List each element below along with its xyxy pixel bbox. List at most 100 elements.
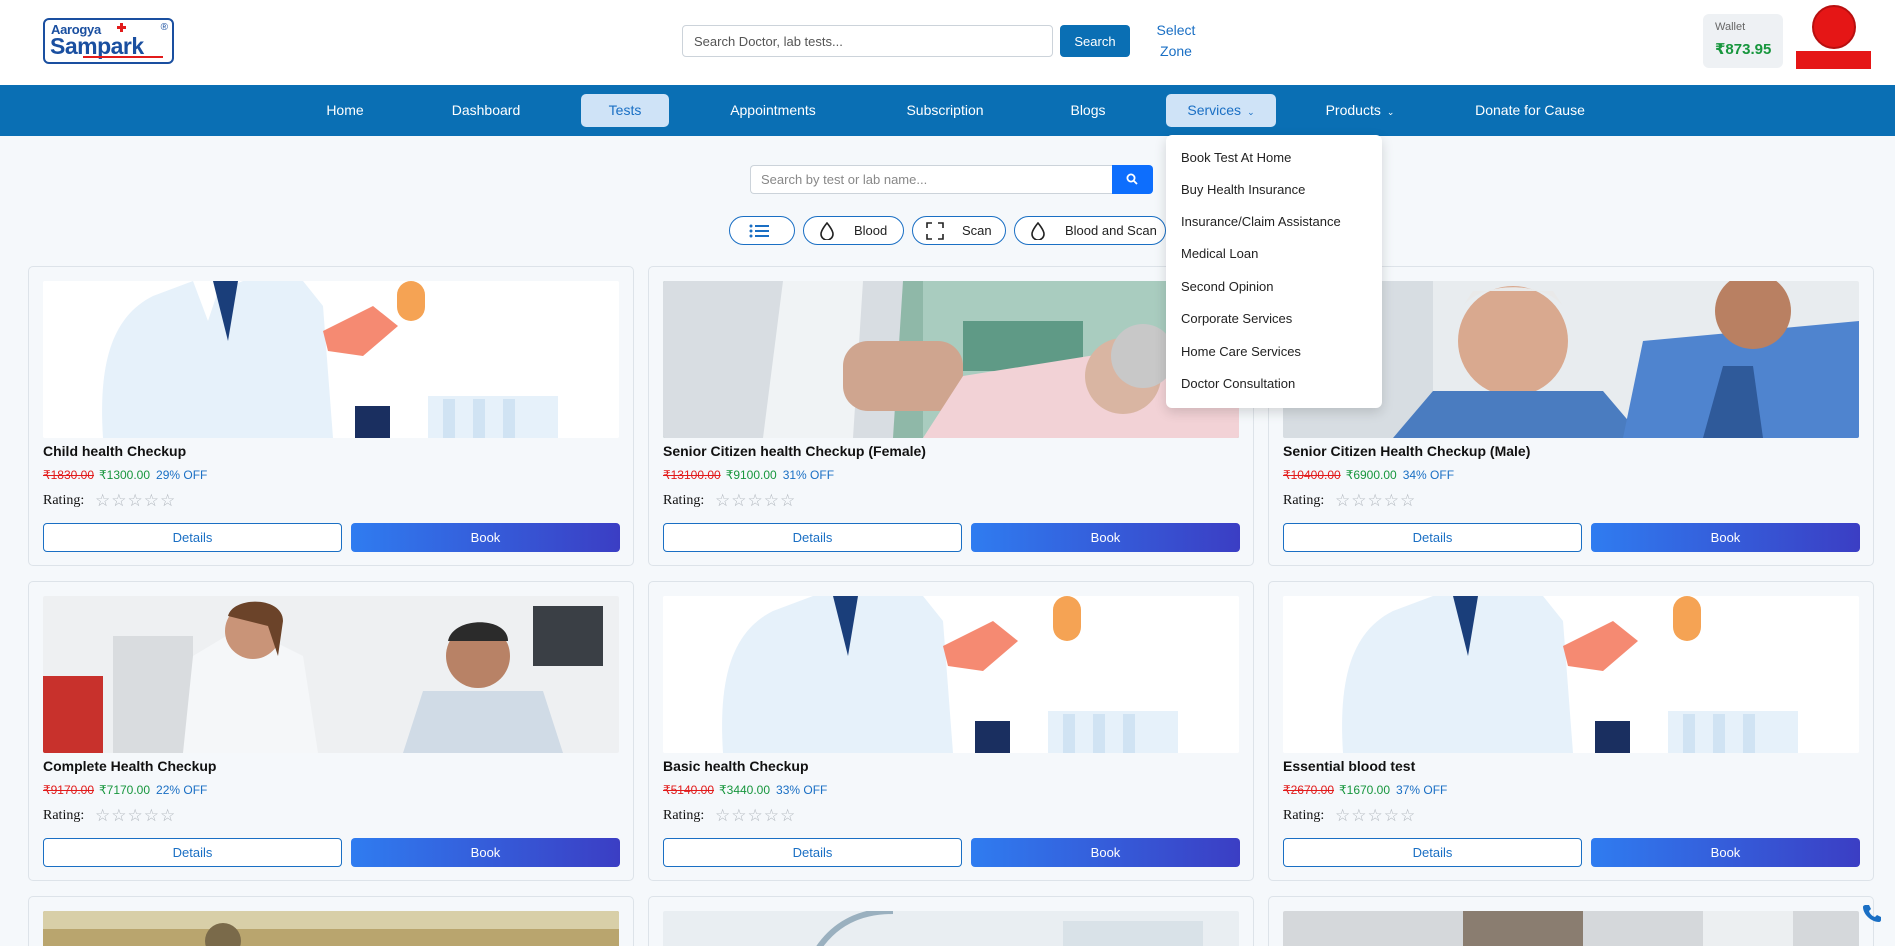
search-button[interactable]: Search	[1060, 25, 1130, 57]
doctor-search-input[interactable]	[682, 25, 1053, 57]
test-prices: ₹13100.00 ₹9100.00 31% OFF	[663, 468, 834, 482]
red-cross-icon	[117, 23, 126, 32]
test-prices: ₹9170.00 ₹7170.00 22% OFF	[43, 783, 207, 797]
rating-stars[interactable]: ☆☆☆☆☆	[715, 491, 796, 511]
rating-stars[interactable]: ☆☆☆☆☆	[95, 491, 176, 511]
discount: 29% OFF	[156, 468, 208, 482]
test-prices: ₹5140.00 ₹3440.00 33% OFF	[663, 783, 827, 797]
profile-name-bar[interactable]	[1796, 51, 1871, 69]
old-price: ₹9170.00	[43, 783, 95, 797]
wallet-label: Wallet	[1715, 21, 1746, 33]
menu-second-opinion[interactable]: Second Opinion	[1181, 279, 1274, 294]
chevron-down-icon: ⌄	[1386, 107, 1395, 117]
filter-blood[interactable]: Blood	[803, 216, 904, 245]
rating-label: Rating:	[1283, 493, 1325, 508]
zone-line2: Zone	[1160, 43, 1192, 59]
search-icon	[1126, 173, 1138, 185]
rating-stars[interactable]: ☆☆☆☆☆	[95, 806, 176, 826]
rating-stars[interactable]: ☆☆☆☆☆	[715, 806, 796, 826]
nav-home[interactable]: Home	[305, 94, 385, 127]
nav-subscription[interactable]: Subscription	[890, 94, 1000, 127]
test-prices: ₹10400.00 ₹6900.00 34% OFF	[1283, 468, 1454, 482]
menu-insurance-claim-assistance[interactable]: Insurance/Claim Assistance	[1181, 214, 1341, 229]
nav-tests[interactable]: Tests	[581, 94, 669, 127]
test-title: Child health Checkup	[43, 443, 187, 459]
menu-buy-health-insurance[interactable]: Buy Health Insurance	[1181, 182, 1305, 197]
nav-appointments[interactable]: Appointments	[718, 94, 828, 127]
rating-stars[interactable]: ☆☆☆☆☆	[1335, 806, 1416, 826]
old-price: ₹13100.00	[663, 468, 721, 482]
test-title: Complete Health Checkup	[43, 758, 217, 774]
test-title: Senior Citizen health Checkup (Female)	[663, 443, 926, 459]
user-avatar[interactable]	[1812, 5, 1856, 49]
new-price: ₹1670.00	[1339, 783, 1391, 797]
menu-home-care-services[interactable]: Home Care Services	[1181, 344, 1301, 359]
wallet-box[interactable]: Wallet ₹873.95	[1703, 14, 1783, 68]
phone-icon[interactable]	[1862, 903, 1882, 923]
menu-medical-loan[interactable]: Medical Loan	[1181, 246, 1258, 261]
aarogya-sampark-logo[interactable]: Aarogya Sampark ®	[43, 18, 174, 64]
rating-label: Rating:	[663, 808, 705, 823]
registered-mark: ®	[160, 22, 168, 33]
doctor-illustration-image	[663, 596, 1239, 753]
menu-book-test-at-home[interactable]: Book Test At Home	[1181, 150, 1291, 165]
details-button[interactable]: Details	[663, 523, 962, 552]
old-price: ₹1830.00	[43, 468, 95, 482]
rating-label: Rating:	[663, 493, 705, 508]
wallet-value: ₹873.95	[1715, 41, 1772, 58]
blood-drop-icon	[1031, 222, 1045, 240]
book-button[interactable]: Book	[351, 838, 620, 867]
test-card: Basic health Checkup ₹5140.00 ₹3440.00 33%…	[648, 581, 1254, 881]
test-card: Complete Health Checkup ₹9170.00 ₹7170.00…	[28, 581, 634, 881]
nav-dashboard[interactable]: Dashboard	[441, 94, 531, 127]
old-price: ₹2670.00	[1283, 783, 1335, 797]
test-prices: ₹2670.00 ₹1670.00 37% OFF	[1283, 783, 1447, 797]
test-card: Senior Citizen health Checkup (Female) ₹…	[648, 266, 1254, 566]
lab-search-input[interactable]	[750, 165, 1113, 194]
discount: 37% OFF	[1396, 783, 1448, 797]
filter-all[interactable]	[729, 216, 795, 245]
details-button[interactable]: Details	[43, 838, 342, 867]
nav-products-label: Products	[1325, 102, 1381, 118]
filter-blood-and-scan-label: Blood and Scan	[1065, 223, 1157, 238]
book-button[interactable]: Book	[1591, 838, 1860, 867]
book-button[interactable]: Book	[351, 523, 620, 552]
nav-blogs[interactable]: Blogs	[1058, 94, 1118, 127]
discount: 33% OFF	[776, 783, 828, 797]
new-price: ₹6900.00	[1345, 468, 1397, 482]
details-button[interactable]: Details	[663, 838, 962, 867]
test-card	[1268, 896, 1874, 946]
menu-doctor-consultation[interactable]: Doctor Consultation	[1181, 376, 1295, 391]
zone-line1: Select	[1156, 22, 1196, 38]
rating-label: Rating:	[43, 493, 85, 508]
old-price: ₹5140.00	[663, 783, 715, 797]
nav-services[interactable]: Services ⌄	[1166, 94, 1276, 127]
details-button[interactable]: Details	[1283, 838, 1582, 867]
test-prices: ₹1830.00 ₹1300.00 29% OFF	[43, 468, 207, 482]
nav-products[interactable]: Products ⌄	[1318, 94, 1402, 127]
rating-stars[interactable]: ☆☆☆☆☆	[1335, 491, 1416, 511]
filter-scan-label: Scan	[962, 223, 992, 238]
filter-blood-and-scan[interactable]: Blood and Scan	[1014, 216, 1166, 245]
details-button[interactable]: Details	[1283, 523, 1582, 552]
book-button[interactable]: Book	[971, 838, 1240, 867]
test-title: Senior Citizen Health Checkup (Male)	[1283, 443, 1531, 459]
old-price: ₹10400.00	[1283, 468, 1341, 482]
book-button[interactable]: Book	[1591, 523, 1860, 552]
services-dropdown: Book Test At Home Buy Health Insurance I…	[1166, 135, 1382, 408]
senior-female-photo	[663, 281, 1239, 438]
test-card	[648, 896, 1254, 946]
lab-search-button[interactable]	[1112, 165, 1153, 194]
details-button[interactable]: Details	[43, 523, 342, 552]
medical-photo	[663, 911, 1239, 946]
select-zone-link[interactable]: Select Zone	[1150, 20, 1202, 62]
nav-donate[interactable]: Donate for Cause	[1470, 94, 1590, 127]
header: Aarogya Sampark ® Search Select Zone Wal…	[0, 0, 1895, 85]
scan-icon	[926, 222, 944, 240]
filter-scan[interactable]: Scan	[912, 216, 1006, 245]
book-button[interactable]: Book	[971, 523, 1240, 552]
new-price: ₹7170.00	[99, 783, 151, 797]
menu-corporate-services[interactable]: Corporate Services	[1181, 311, 1292, 326]
new-price: ₹1300.00	[99, 468, 151, 482]
main-nav: Home Dashboard Tests Appointments Subscr…	[0, 85, 1895, 136]
